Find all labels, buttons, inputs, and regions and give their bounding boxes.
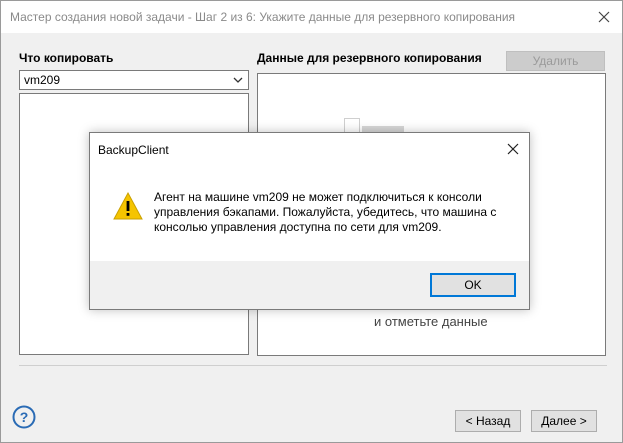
source-dropdown[interactable]: vm209 bbox=[19, 70, 249, 90]
close-icon[interactable] bbox=[590, 3, 618, 31]
source-dropdown-value: vm209 bbox=[24, 73, 61, 87]
what-to-copy-label: Что копировать bbox=[19, 51, 114, 65]
dialog-close-icon[interactable] bbox=[503, 139, 523, 159]
help-icon[interactable]: ? bbox=[12, 405, 36, 429]
window-title: Мастер создания новой задачи - Шаг 2 из … bbox=[10, 10, 516, 24]
error-dialog: BackupClient Агент на машине vm209 не мо… bbox=[89, 132, 530, 310]
hint-text: и отметьте данные bbox=[374, 314, 488, 329]
dialog-message: Агент на машине vm209 не может подключит… bbox=[154, 190, 497, 234]
dialog-footer: OK bbox=[90, 261, 529, 309]
dialog-title: BackupClient bbox=[98, 143, 169, 157]
delete-button[interactable]: Удалить bbox=[506, 51, 605, 71]
svg-text:?: ? bbox=[20, 409, 29, 425]
ok-button[interactable]: OK bbox=[430, 273, 516, 297]
next-button[interactable]: Далее > bbox=[531, 410, 597, 432]
chevron-down-icon[interactable] bbox=[232, 74, 244, 86]
warning-icon bbox=[112, 191, 144, 221]
backup-data-label: Данные для резервного копирования bbox=[257, 51, 482, 65]
back-button[interactable]: < Назад bbox=[455, 410, 521, 432]
divider bbox=[19, 365, 607, 366]
dialog-body: Агент на машине vm209 не может подключит… bbox=[90, 165, 529, 261]
title-bar: Мастер создания новой задачи - Шаг 2 из … bbox=[1, 1, 622, 33]
